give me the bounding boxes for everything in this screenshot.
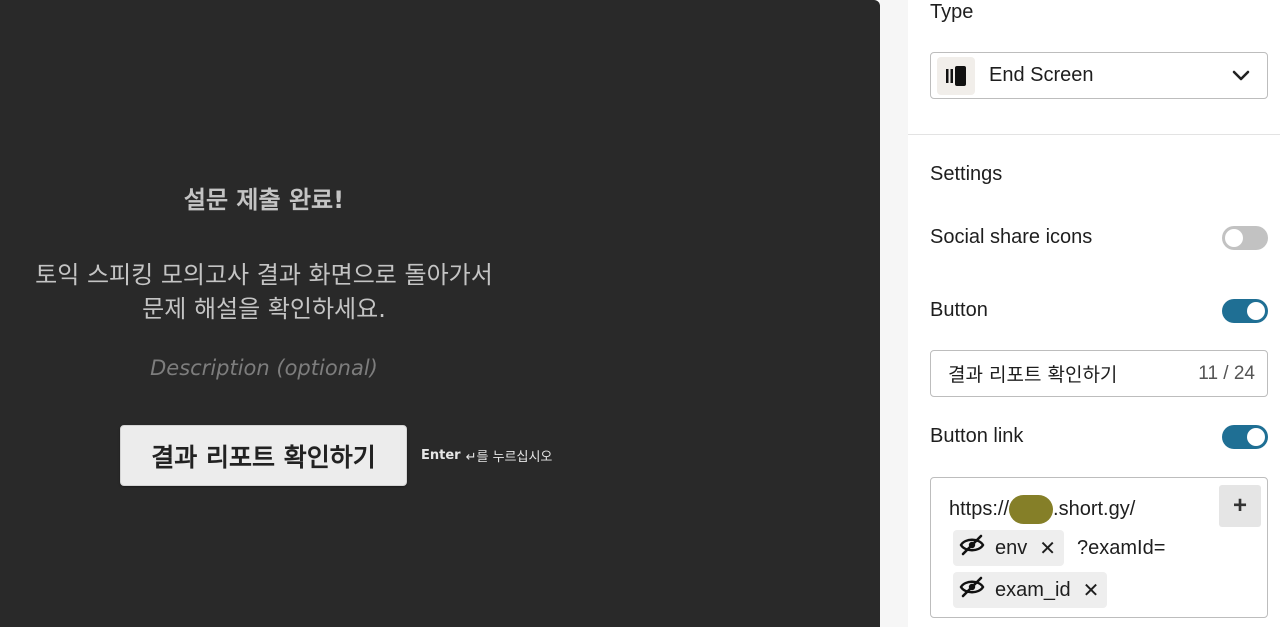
form-editor: 설문 제출 완료! 토익 스피킹 모의고사 결과 화면으로 돌아가서 문제 해설… [0,0,1280,627]
type-select-value: End Screen [989,64,1094,86]
end-screen-title[interactable]: 설문 제출 완료! [0,180,528,215]
description-placeholder[interactable]: Description (optional) [0,356,528,380]
button-label: Button [930,299,988,321]
toggle-knob [1247,428,1265,446]
enter-hint-text: ↵를 누르십시오 [466,446,553,465]
result-report-button[interactable]: 결과 리포트 확인하기 [120,425,407,486]
enter-hint: Enter ↵를 누르십시오 [421,446,552,465]
eye-off-icon [959,576,985,604]
close-icon[interactable]: ✕ [1039,536,1056,561]
type-select[interactable]: End Screen [930,52,1268,99]
end-screen-message[interactable]: 토익 스피킹 모의고사 결과 화면으로 돌아가서 문제 해설을 확인하세요. [0,258,528,326]
social-share-toggle[interactable] [1222,226,1268,250]
return-arrow-icon: ↵ [465,450,477,465]
hint-suffix: 를 누르십시오 [476,450,553,465]
query-param-text: ?examId= [1077,537,1166,559]
message-line-2: 문제 해설을 확인하세요. [142,295,386,323]
chevron-down-icon [1231,66,1251,91]
button-link-input[interactable]: https:// .short.gy/ + env ✕ ?examId= exa… [930,477,1268,618]
section-divider [908,134,1280,135]
pane-divider [880,0,908,627]
close-icon[interactable]: ✕ [1083,578,1100,603]
eye-off-icon [959,534,985,562]
button-link-label: Button link [930,425,1024,447]
button-toggle[interactable] [1222,299,1268,323]
toggle-knob [1247,302,1265,320]
chip-label: env [995,536,1028,559]
variable-chip-env[interactable]: env ✕ [953,530,1065,566]
end-screen-preview: 설문 제출 완료! 토익 스피킹 모의고사 결과 화면으로 돌아가서 문제 해설… [0,0,880,627]
link-suffix: .short.gy/ [1053,498,1136,520]
social-share-label: Social share icons [930,226,1093,248]
message-line-1: 토익 스피킹 모의고사 결과 화면으로 돌아가서 [35,261,493,289]
link-url-text: https:// .short.gy/ [949,495,1135,524]
link-prefix: https:// [949,498,1010,520]
redacted-subdomain [1009,495,1054,524]
type-label: Type [930,1,974,23]
button-text-value: 결과 리포트 확인하기 [948,364,1118,386]
end-screen-icon [937,56,975,95]
toggle-knob [1225,229,1243,247]
settings-heading: Settings [930,163,1003,185]
button-link-toggle[interactable] [1222,425,1268,449]
variable-chip-exam-id[interactable]: exam_id ✕ [953,572,1108,608]
button-text-input[interactable]: 결과 리포트 확인하기 11 / 24 [930,350,1268,397]
chip-label: exam_id [995,578,1071,601]
add-variable-button[interactable]: + [1219,485,1261,527]
character-counter: 11 / 24 [1198,362,1255,384]
enter-key-label: Enter [421,448,461,463]
settings-panel: Type End Screen Settings Social share ic… [908,0,1280,627]
